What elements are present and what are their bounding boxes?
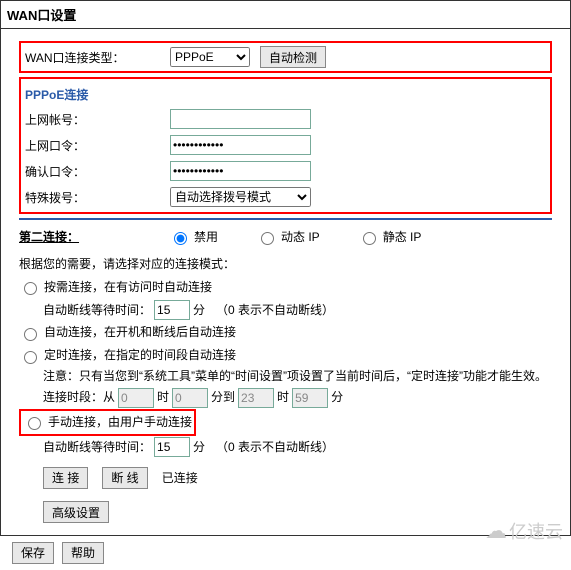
- divider: [19, 218, 552, 220]
- second-dynip-option[interactable]: 动态 IP: [256, 228, 320, 245]
- scheduled-range-row: 连接时段：从 时 分到 时 分: [43, 386, 552, 409]
- on-demand-radio[interactable]: [24, 282, 37, 295]
- sched-to-min: [292, 388, 328, 408]
- idle-label: 自动断线等待时间：: [43, 299, 151, 322]
- watermark: ☁ 亿速云: [485, 518, 563, 544]
- scheduled-radio[interactable]: [24, 351, 37, 364]
- wan-settings-window: WAN口设置 WAN口连接类型： PPPoE 自动检测 PPPoE连接 上网帐号…: [0, 0, 571, 570]
- second-disable-option[interactable]: 禁用: [169, 228, 218, 245]
- mode-auto[interactable]: 自动连接，在开机和断线后自动连接: [19, 321, 552, 344]
- password-label: 上网口令：: [25, 137, 170, 154]
- confirm-label: 确认口令：: [25, 163, 170, 180]
- mode-on-demand[interactable]: 按需连接，在有访问时自动连接: [19, 276, 552, 299]
- cloud-icon: ☁: [485, 518, 507, 544]
- second-staticip-radio[interactable]: [363, 232, 376, 245]
- pppoe-highlight: PPPoE连接 上网帐号： 上网口令： 确认口令： 特殊拨号： 自动选择拨号模式: [19, 77, 552, 214]
- connection-status: 已连接: [162, 467, 198, 490]
- wan-type-highlight: WAN口连接类型： PPPoE 自动检测: [19, 41, 552, 73]
- sched-to-hour: [238, 388, 274, 408]
- second-disable-radio[interactable]: [174, 232, 187, 245]
- manual-idle-input[interactable]: [154, 437, 190, 457]
- pppoe-legend: PPPoE连接: [25, 86, 546, 103]
- mode-scheduled[interactable]: 定时连接，在指定的时间段自动连接: [19, 344, 552, 367]
- manual-idle-row: 自动断线等待时间： 分 （0 表示不自动断线）: [43, 436, 552, 459]
- username-input[interactable]: [170, 109, 311, 129]
- scheduled-note: 注意：只有当您到“系统工具”菜单的“时间设置”项设置了当前时间后，“定时连接”功…: [43, 367, 552, 386]
- modes-intro: 根据您的需要，请选择对应的连接模式：: [19, 253, 552, 276]
- auto-radio[interactable]: [24, 328, 37, 341]
- wan-type-select[interactable]: PPPoE: [170, 47, 250, 67]
- confirm-input[interactable]: [170, 161, 311, 181]
- password-input[interactable]: [170, 135, 311, 155]
- second-conn-label: 第二连接：: [19, 228, 109, 245]
- wan-type-label: WAN口连接类型：: [25, 49, 170, 66]
- dial-label: 特殊拨号：: [25, 189, 170, 206]
- mode-manual-wrapper: 手动连接，由用户手动连接: [19, 409, 552, 436]
- window-title: WAN口设置: [0, 0, 571, 29]
- idle-hint: （0 表示不自动断线）: [216, 299, 334, 322]
- idle-time-input[interactable]: [154, 300, 190, 320]
- save-button[interactable]: 保存: [12, 542, 54, 564]
- connection-modes: 根据您的需要，请选择对应的连接模式： 按需连接，在有访问时自动连接 自动断线等待…: [19, 253, 552, 525]
- sched-from-hour: [118, 388, 154, 408]
- manual-radio[interactable]: [28, 417, 41, 430]
- on-demand-idle-row: 自动断线等待时间： 分 （0 表示不自动断线）: [43, 299, 552, 322]
- help-button[interactable]: 帮助: [62, 542, 104, 564]
- dial-mode-select[interactable]: 自动选择拨号模式: [170, 187, 311, 207]
- second-connection-row: 第二连接： 禁用 动态 IP 静态 IP: [19, 228, 552, 245]
- username-label: 上网帐号：: [25, 111, 170, 128]
- second-dynip-radio[interactable]: [261, 232, 274, 245]
- disconnect-button[interactable]: 断 线: [102, 467, 147, 489]
- auto-detect-button[interactable]: 自动检测: [260, 46, 326, 68]
- sched-from-min: [172, 388, 208, 408]
- second-staticip-option[interactable]: 静态 IP: [358, 228, 422, 245]
- connect-button[interactable]: 连 接: [43, 467, 88, 489]
- content-area: WAN口连接类型： PPPoE 自动检测 PPPoE连接 上网帐号： 上网口令：…: [0, 29, 571, 536]
- mode-manual-highlight: 手动连接，由用户手动连接: [19, 409, 196, 436]
- advanced-button[interactable]: 高级设置: [43, 501, 109, 523]
